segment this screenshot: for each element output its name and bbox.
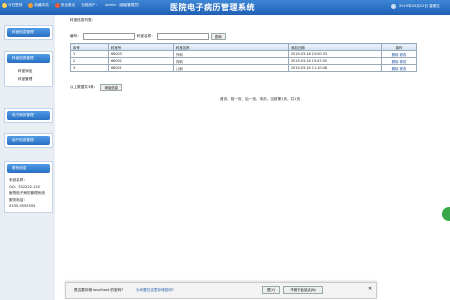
never-save-button[interactable]: 不用于此站点(N) bbox=[283, 286, 323, 294]
contact-line: QQ：332222.120 bbox=[9, 184, 40, 189]
page-title: 医院电子病历管理系统 bbox=[170, 2, 255, 12]
table-row: 2 66002 内科 2019-03-16 15:47:00 删除 修改 bbox=[70, 57, 417, 65]
sidebar-panel-dept: 科室信息管理 bbox=[4, 25, 53, 40]
col-header: 科室号 bbox=[108, 43, 174, 51]
table-cell: 66003 bbox=[108, 50, 174, 58]
search-bar: 编号： 科室名称： 查询 bbox=[70, 33, 226, 40]
sidebar-heading-users[interactable]: 用户信息管理 bbox=[7, 136, 50, 145]
sidebar-panel-contact: 联系信息 系统名称： QQ：332222.120 医院电子病历管理系统 服务电话… bbox=[4, 161, 53, 213]
breadcrumb: 科室信息列表： bbox=[70, 18, 96, 22]
table-cell: 1 bbox=[70, 50, 109, 58]
sidebar-panel-records: 电子病历管理 bbox=[4, 108, 53, 123]
top-link-logout[interactable]: 安全退出 bbox=[54, 3, 76, 8]
exit-icon bbox=[54, 3, 60, 8]
top-link-label: 收藏本站 bbox=[34, 3, 49, 7]
search-label-id: 编号： bbox=[70, 34, 81, 38]
dept-table: 序号 科室号 科室名称 添加日期 操作 1 66003 外科 2019-03-1… bbox=[70, 43, 417, 72]
close-icon[interactable]: ✕ bbox=[368, 286, 372, 292]
table-cell: 儿科 bbox=[173, 64, 289, 72]
sidebar-panel-users: 用户信息管理 bbox=[4, 133, 53, 148]
table-cell: 2019-03-16 15:47:00 bbox=[288, 57, 382, 65]
table-row: 1 66003 外科 2019-03-16 15:00:33 删除 修改 bbox=[70, 50, 417, 58]
table-cell: 2 bbox=[70, 57, 109, 65]
sidebar-heading-dept-2[interactable]: 科室信息管理 bbox=[7, 54, 50, 63]
row-actions[interactable]: 删除 修改 bbox=[381, 57, 417, 65]
search-label-name: 科室名称： bbox=[136, 34, 155, 38]
table-footer: 以上数据共3条： 添加信息 bbox=[70, 84, 123, 91]
col-header: 序号 bbox=[70, 43, 109, 51]
table-cell: 66002 bbox=[108, 57, 174, 65]
contact-line: 系统名称： bbox=[9, 178, 27, 182]
top-link-label: 今日签到 bbox=[8, 3, 23, 7]
current-user-label: 当前用户： bbox=[81, 3, 100, 7]
contact-line: 医院电子病历管理系统 bbox=[9, 191, 45, 196]
add-button[interactable]: 添加信息 bbox=[100, 84, 123, 91]
floating-widget-icon[interactable] bbox=[442, 207, 450, 221]
row-actions[interactable]: 删除 修改 bbox=[381, 64, 417, 72]
search-id-input[interactable] bbox=[82, 33, 135, 40]
sidebar-item-add[interactable]: 科室添加 bbox=[5, 67, 52, 75]
col-header: 操作 bbox=[381, 43, 417, 51]
table-cell: 内科 bbox=[173, 57, 289, 65]
sidebar-item-manage[interactable]: 科室管理 bbox=[5, 75, 52, 83]
col-header: 添加日期 bbox=[288, 43, 382, 51]
sidebar-list: 科室添加 科室管理 bbox=[5, 65, 52, 86]
contact-line: 服务电话： bbox=[9, 197, 27, 202]
table-header-row: 序号 科室号 科室名称 添加日期 操作 bbox=[70, 43, 417, 51]
user-icon bbox=[391, 4, 396, 9]
table-cell: 2019-03-16 11:10:46 bbox=[288, 64, 382, 72]
record-count: 以上数据共3条： bbox=[70, 85, 98, 89]
current-user-name: admin（超级管理员） bbox=[105, 3, 142, 7]
contact-line: 0335-5555555 bbox=[9, 204, 36, 209]
search-button[interactable]: 查询 bbox=[210, 33, 226, 40]
table-cell: 2019-03-16 15:00:33 bbox=[288, 50, 382, 58]
save-yes-button[interactable]: 是(Y) bbox=[262, 286, 280, 294]
top-link-label: 安全退出 bbox=[60, 3, 76, 7]
top-links: 今日签到 收藏本站 安全退出 当前用户： admin（超级管理员） bbox=[2, 3, 142, 8]
password-why-link[interactable]: 为何要在这里存储密码? bbox=[136, 288, 174, 293]
row-actions[interactable]: 删除 修改 bbox=[381, 50, 417, 58]
contact-info: 系统名称： QQ：332222.120 医院电子病历管理系统 服务电话： 033… bbox=[5, 175, 52, 212]
table-cell: 66001 bbox=[108, 64, 174, 72]
sidebar: 科室信息管理 科室信息管理 科室添加 科室管理 电子病历管理 用户信息管理 联系… bbox=[0, 15, 55, 300]
top-link-favorite[interactable]: 收藏本站 bbox=[28, 3, 49, 8]
star-icon bbox=[2, 3, 7, 8]
password-save-message: 是否要存储 localhost 的密码? bbox=[74, 288, 124, 292]
col-header: 科室名称 bbox=[173, 43, 289, 51]
password-save-bar: 是否要存储 localhost 的密码? 为何要在这里存储密码? 是(Y) 不用… bbox=[65, 282, 377, 299]
table-cell: 外科 bbox=[173, 50, 289, 58]
date-text: 2019年03月22日 星期五 bbox=[399, 4, 440, 8]
search-name-input[interactable] bbox=[156, 33, 209, 40]
sidebar-heading-records[interactable]: 电子病历管理 bbox=[7, 111, 50, 120]
sidebar-heading-dept-1[interactable]: 科室信息管理 bbox=[7, 28, 50, 37]
top-bar: 今日签到 收藏本站 安全退出 当前用户： admin（超级管理员） 医院电子病历… bbox=[0, 0, 450, 15]
table-row: 3 66001 儿科 2019-03-16 11:10:46 删除 修改 bbox=[70, 64, 417, 72]
heart-icon bbox=[28, 3, 34, 8]
sidebar-panel-dept-2: 科室信息管理 科室添加 科室管理 bbox=[4, 51, 53, 87]
top-link-checkin[interactable]: 今日签到 bbox=[2, 3, 22, 8]
pagination[interactable]: 首页、前一页、后一页、末页、当前第1页，共1页 bbox=[220, 97, 300, 102]
table-cell: 3 bbox=[70, 64, 109, 72]
date-display: 2019年03月22日 星期五 bbox=[391, 4, 440, 9]
sidebar-heading-contact: 联系信息 bbox=[7, 164, 50, 173]
